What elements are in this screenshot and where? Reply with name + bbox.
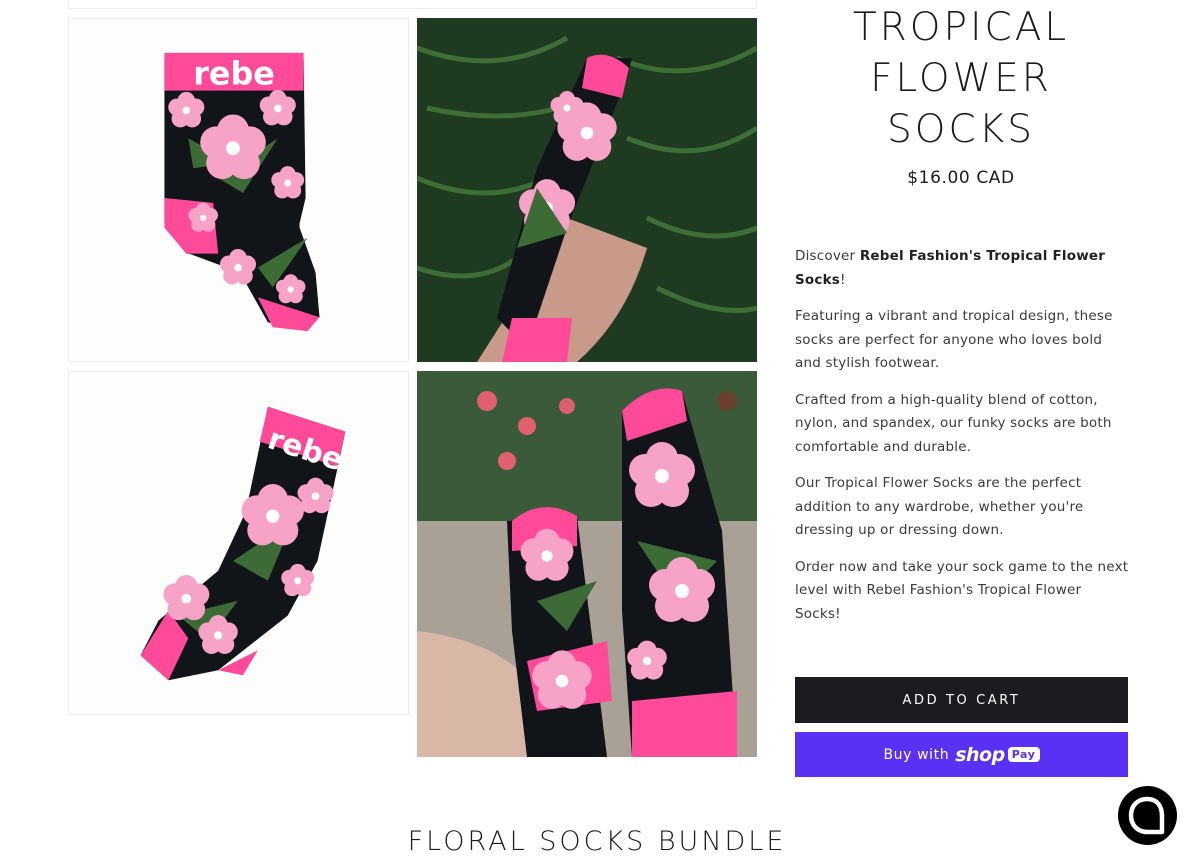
description-paragraph-2: Crafted from a high-quality blend of cot… bbox=[795, 391, 1112, 455]
legs-deck-illustration bbox=[417, 371, 757, 757]
pay-badge: Pay bbox=[1007, 747, 1040, 762]
product-photo-legs-deck[interactable] bbox=[417, 371, 757, 757]
product-title-line-2: FLOWER bbox=[870, 56, 1052, 101]
gallery-top-edge bbox=[68, 0, 757, 9]
description-paragraph-3: Our Tropical Flower Socks are the perfec… bbox=[795, 475, 1084, 538]
description-paragraph-1: Featuring a vibrant and tropical design,… bbox=[795, 308, 1113, 371]
intro-suffix: ! bbox=[840, 271, 846, 288]
chat-widget-button[interactable] bbox=[1118, 786, 1177, 845]
buy-with-shop-pay-button[interactable]: Buy with shop Pay bbox=[795, 732, 1128, 777]
product-title: TROPICAL FLOWER SOCKS bbox=[800, 2, 1122, 155]
product-title-line-1: TROPICAL bbox=[852, 5, 1070, 50]
product-description: Discover Rebel Fashion's Tropical Flower… bbox=[795, 245, 1130, 639]
product-photo-flat-single[interactable]: rebe bbox=[68, 371, 409, 715]
product-photo-flat-pair[interactable]: rebe bbox=[68, 18, 409, 362]
description-intro: Discover Rebel Fashion's Tropical Flower… bbox=[795, 245, 1130, 292]
buy-with-label: Buy with bbox=[883, 746, 950, 763]
sock-brand-text: rebe bbox=[193, 55, 275, 93]
related-product-heading: FLORAL SOCKS BUNDLE bbox=[407, 826, 787, 857]
sock-pair-illustration: rebe bbox=[164, 52, 320, 332]
description-paragraph-4: Order now and take your sock game to the… bbox=[795, 558, 1129, 622]
product-photo-legs-ferns[interactable] bbox=[417, 18, 757, 362]
product-price: $16.00 CAD bbox=[907, 168, 1015, 188]
chat-bubble-icon bbox=[1128, 796, 1165, 835]
single-sock-illustration: rebe bbox=[140, 406, 347, 681]
add-to-cart-button[interactable]: ADD TO CART bbox=[795, 677, 1128, 723]
shop-logo: shop bbox=[955, 743, 1005, 766]
legs-ferns-illustration bbox=[417, 18, 757, 362]
intro-prefix: Discover bbox=[795, 248, 860, 264]
product-title-line-3: SOCKS bbox=[886, 107, 1035, 152]
